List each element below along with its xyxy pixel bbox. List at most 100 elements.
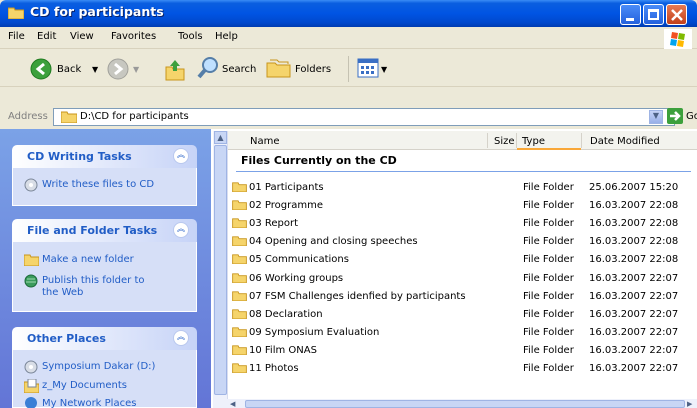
folder-icon xyxy=(61,111,77,123)
address-dropdown-icon[interactable]: ▼ xyxy=(649,110,663,124)
menu-view[interactable]: View xyxy=(70,31,94,42)
column-separator[interactable] xyxy=(581,133,582,148)
folder-icon xyxy=(232,309,247,319)
file-name[interactable]: 05 Communications xyxy=(249,254,349,265)
close-button[interactable] xyxy=(666,4,687,25)
column-separator[interactable] xyxy=(487,133,488,148)
menu-edit[interactable]: Edit xyxy=(37,31,56,42)
write-cd-icon xyxy=(24,178,38,192)
views-icon[interactable] xyxy=(357,58,379,78)
address-value: D:\CD for participants xyxy=(80,111,189,122)
back-dropdown-icon[interactable]: ▼ xyxy=(92,65,98,74)
network-places-icon xyxy=(25,397,37,408)
forward-dropdown-icon[interactable]: ▼ xyxy=(133,65,139,74)
window-title: CD for participants xyxy=(30,4,164,19)
scroll-up-arrow-icon[interactable]: ▲ xyxy=(214,131,227,144)
task-write-to-cd[interactable]: Write these files to CD xyxy=(42,179,154,190)
folder-icon xyxy=(232,236,247,246)
folder-icon xyxy=(232,345,247,355)
menu-file[interactable]: File xyxy=(8,31,25,42)
place-symposium-dakar[interactable]: Symposium Dakar (D:) xyxy=(42,361,155,372)
group-title: Files Currently on the CD xyxy=(241,154,397,167)
file-type: File Folder xyxy=(523,309,574,320)
toolbar-spacer xyxy=(0,88,697,105)
scroll-left-arrow-icon[interactable]: ◀ xyxy=(230,400,239,408)
menu-tools[interactable]: Tools xyxy=(178,31,203,42)
column-date-modified[interactable]: Date Modified xyxy=(590,136,660,147)
menu-help[interactable]: Help xyxy=(215,31,238,42)
file-name[interactable]: 03 Report xyxy=(249,218,298,229)
file-name[interactable]: 01 Participants xyxy=(249,182,324,193)
folders-icon[interactable] xyxy=(266,57,292,79)
file-date: 16.03.2007 22:07 xyxy=(589,327,679,338)
file-date: 16.03.2007 22:08 xyxy=(589,254,679,265)
folders-button-label[interactable]: Folders xyxy=(295,64,331,75)
minimize-button[interactable] xyxy=(620,4,641,25)
publish-web-icon xyxy=(24,274,38,288)
column-type[interactable]: Type xyxy=(522,136,545,147)
new-folder-icon xyxy=(24,254,39,266)
scroll-thumb[interactable] xyxy=(214,145,227,395)
go-button-label[interactable]: Go xyxy=(686,111,697,122)
close-icon xyxy=(671,9,683,21)
folder-icon xyxy=(232,291,247,301)
file-type: File Folder xyxy=(523,254,574,265)
file-date: 25.06.2007 15:20 xyxy=(589,182,679,193)
file-name[interactable]: 09 Symposium Evaluation xyxy=(249,327,379,338)
up-folder-icon[interactable] xyxy=(164,57,186,81)
file-date: 16.03.2007 22:07 xyxy=(589,309,679,320)
folder-icon xyxy=(232,200,247,210)
panel-title-folder-tasks: File and Folder Tasks xyxy=(27,224,158,237)
file-name[interactable]: 07 FSM Challenges idenfied by participan… xyxy=(249,291,466,302)
file-date: 16.03.2007 22:07 xyxy=(589,345,679,356)
file-type: File Folder xyxy=(523,345,574,356)
folder-icon xyxy=(232,182,247,192)
file-name[interactable]: 11 Photos xyxy=(249,363,299,374)
search-icon[interactable] xyxy=(196,56,220,80)
file-type: File Folder xyxy=(523,200,574,211)
collapse-chevron-icon[interactable]: ︽ xyxy=(173,148,189,164)
collapse-chevron-icon[interactable]: ︽ xyxy=(173,330,189,346)
place-my-documents[interactable]: z_My Documents xyxy=(42,380,127,391)
go-arrow-icon[interactable] xyxy=(666,107,684,125)
my-documents-icon xyxy=(24,379,39,393)
folder-icon xyxy=(232,254,247,264)
collapse-chevron-icon[interactable]: ︽ xyxy=(173,222,189,238)
back-button-label[interactable]: Back xyxy=(57,64,81,75)
file-date: 16.03.2007 22:08 xyxy=(589,236,679,247)
search-button-label[interactable]: Search xyxy=(222,64,256,75)
file-name[interactable]: 04 Opening and closing speeches xyxy=(249,236,418,247)
file-date: 16.03.2007 22:08 xyxy=(589,218,679,229)
horizontal-scroll-thumb[interactable] xyxy=(245,400,685,408)
column-separator[interactable] xyxy=(516,133,517,148)
group-divider xyxy=(236,171,691,172)
column-size[interactable]: Size xyxy=(494,136,515,147)
folder-icon xyxy=(232,363,247,373)
back-arrow-icon[interactable] xyxy=(30,58,52,80)
place-my-network-places[interactable]: My Network Places xyxy=(42,398,136,408)
scroll-right-arrow-icon[interactable]: ▶ xyxy=(687,400,696,408)
folder-icon xyxy=(232,218,247,228)
file-type: File Folder xyxy=(523,182,574,193)
task-publish-folder-line2[interactable]: the Web xyxy=(42,287,83,298)
menu-favorites[interactable]: Favorites xyxy=(111,31,156,42)
file-date: 16.03.2007 22:07 xyxy=(589,291,679,302)
maximize-button[interactable] xyxy=(643,4,664,25)
sort-indicator xyxy=(517,148,581,150)
file-name[interactable]: 06 Working groups xyxy=(249,273,343,284)
task-make-new-folder[interactable]: Make a new folder xyxy=(42,254,134,265)
file-type: File Folder xyxy=(523,218,574,229)
column-name[interactable]: Name xyxy=(250,136,280,147)
forward-arrow-icon[interactable] xyxy=(107,58,129,80)
file-name[interactable]: 02 Programme xyxy=(249,200,323,211)
panel-title-cd-tasks: CD Writing Tasks xyxy=(27,150,132,163)
address-label: Address xyxy=(8,111,48,122)
menu-bar xyxy=(0,27,697,49)
file-name[interactable]: 10 Film ONAS xyxy=(249,345,317,356)
file-name[interactable]: 08 Declaration xyxy=(249,309,323,320)
file-type: File Folder xyxy=(523,363,574,374)
file-date: 16.03.2007 22:07 xyxy=(589,363,679,374)
views-dropdown-icon[interactable]: ▼ xyxy=(381,65,387,74)
panel-title-other-places: Other Places xyxy=(27,332,106,345)
task-publish-folder[interactable]: Publish this folder to xyxy=(42,275,145,286)
